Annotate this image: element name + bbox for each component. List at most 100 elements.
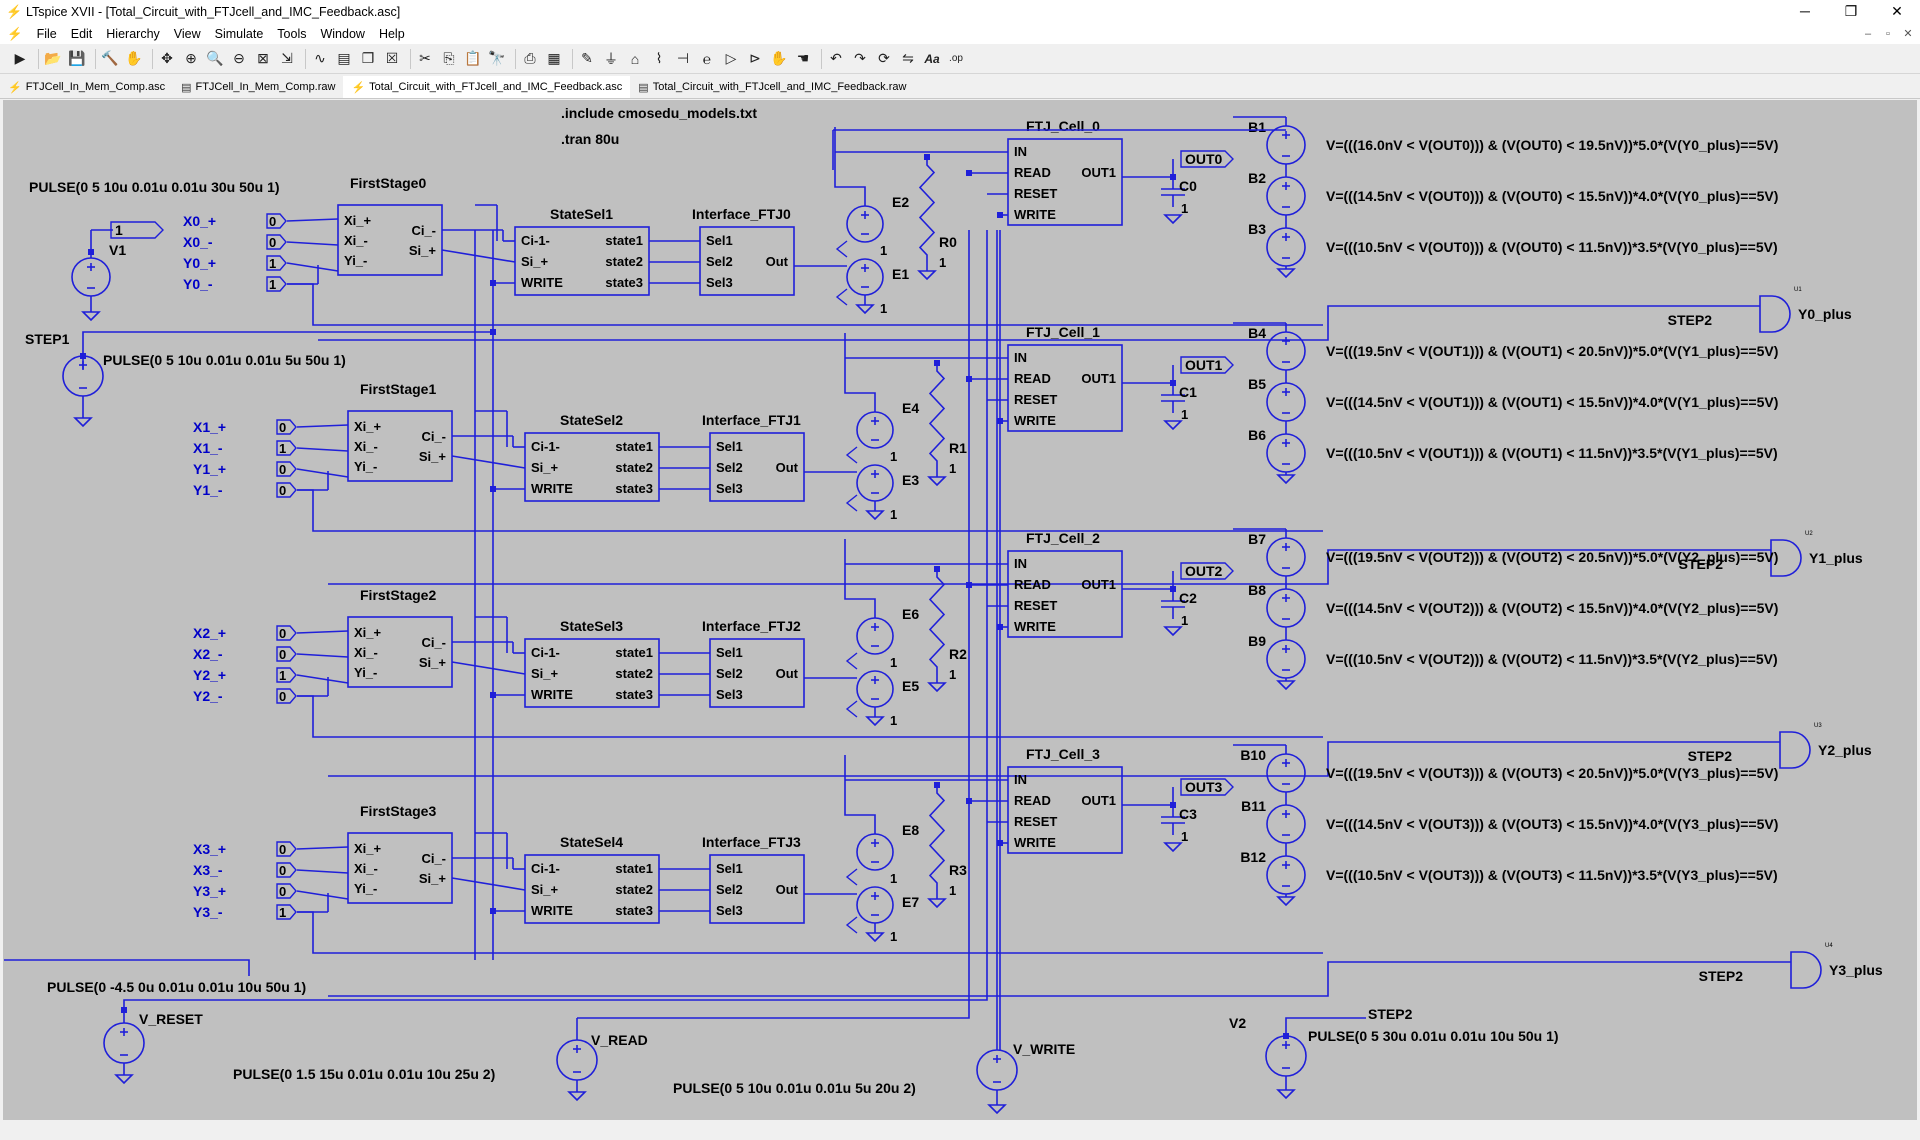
redo-icon[interactable]: ↷ [850, 49, 870, 69]
step2-label: STEP2 [1688, 748, 1733, 764]
e-bot-name: E7 [902, 894, 919, 910]
tab-1[interactable]: ▤ FTJCell_In_Mem_Comp.raw [173, 76, 343, 98]
resistor-icon[interactable]: ⌇ [649, 49, 669, 69]
resistor-name: R0 [939, 234, 957, 250]
drag-icon[interactable]: ☚ [793, 49, 813, 69]
toolbar-separator [572, 48, 573, 69]
menu-hierarchy[interactable]: Hierarchy [99, 24, 167, 44]
print-icon[interactable]: ⎙ [520, 49, 540, 69]
move-icon[interactable]: ✋ [769, 49, 789, 69]
capacitor-icon[interactable]: ⊣ [673, 49, 693, 69]
input-value-3: 0 [279, 483, 286, 498]
b-source-name: B9 [1248, 633, 1266, 649]
ground-icon [567, 1091, 587, 1102]
save-icon[interactable]: 💾 [67, 49, 87, 69]
wire [286, 241, 339, 246]
autorange-icon[interactable]: ⇲ [277, 49, 297, 69]
pin-label: Xi_- [354, 439, 378, 454]
schematic-canvas[interactable]: .include cmosedu_models.txt .tran 80u PULS… [3, 100, 1917, 1120]
menu-simulate[interactable]: Simulate [208, 24, 271, 44]
menu-window[interactable]: Window [313, 24, 371, 44]
pin-label: Sel1 [706, 233, 733, 248]
pin-label: Si_+ [419, 449, 447, 464]
menu-view[interactable]: View [167, 24, 208, 44]
zoom-area-icon[interactable]: 🔍 [205, 49, 225, 69]
menu-help[interactable]: Help [372, 24, 412, 44]
pin-label: Yi_- [354, 459, 377, 474]
window-title: LTspice XVII - [Total_Circuit_with_FTJce… [26, 5, 401, 19]
pin-label: Sel1 [716, 645, 743, 660]
wire [328, 961, 1791, 997]
mdi-restore-button[interactable]: ▫ [1878, 24, 1898, 44]
tile-icon[interactable]: ▤ [334, 49, 354, 69]
print-preview-icon[interactable]: ▦ [544, 49, 564, 69]
e-top-name: E6 [902, 606, 919, 622]
mdi-minimize-button[interactable]: – [1858, 24, 1878, 44]
gate-tag: U4 [1825, 943, 1833, 949]
e-bot-name: E5 [902, 678, 919, 694]
tab-label: FTJCell_In_Mem_Comp.raw [195, 81, 336, 93]
diode-icon[interactable]: ▷ [721, 49, 741, 69]
input-net-label: Y1_+ [193, 461, 226, 477]
value-label: 1 [1181, 407, 1188, 422]
mirror-icon[interactable]: ⇋ [898, 49, 918, 69]
b-source-name: B1 [1248, 119, 1266, 135]
value-label: 1 [890, 655, 897, 670]
ground-icon[interactable]: ⏚ [601, 49, 621, 69]
control-panel-icon[interactable]: 🔨 [100, 49, 120, 69]
menu-edit[interactable]: Edit [64, 24, 100, 44]
close-button[interactable]: ✕ [1874, 0, 1920, 24]
copy-icon[interactable]: ⎘ [439, 49, 459, 69]
pan-icon[interactable]: ✥ [157, 49, 177, 69]
draw-wire-icon[interactable]: ✎ [577, 49, 597, 69]
rotate-icon[interactable]: ⟳ [874, 49, 894, 69]
paste-icon[interactable]: 📋 [463, 49, 483, 69]
zoom-out-icon[interactable]: ⊖ [229, 49, 249, 69]
restore-button[interactable]: ❐ [1828, 0, 1874, 24]
pin-label: WRITE [1014, 835, 1056, 850]
spice-directive-icon[interactable]: .op [946, 49, 966, 69]
gate-tag: U1 [1794, 287, 1802, 293]
and-gate-icon [1790, 951, 1822, 989]
input-value-0: 0 [279, 420, 286, 435]
toolbar-separator [515, 48, 516, 69]
find-icon[interactable]: 🔭 [487, 49, 507, 69]
input-net-label: X1_- [193, 440, 223, 456]
halt-icon[interactable]: ✋ [124, 49, 144, 69]
ftj-cell-title: FTJ_Cell_3 [1026, 746, 1100, 762]
cut-icon[interactable]: ✂ [415, 49, 435, 69]
close-window-icon[interactable]: ☒ [382, 49, 402, 69]
text-icon[interactable]: Aa [922, 49, 942, 69]
pin-label: IN [1014, 556, 1027, 571]
control-arrow [835, 288, 848, 306]
schematic-menu-icon[interactable]: ⚡ [0, 24, 30, 44]
zoom-in-icon[interactable]: ⊕ [181, 49, 201, 69]
label-net-icon[interactable]: ⌂ [625, 49, 645, 69]
cap-name: C2 [1179, 590, 1197, 606]
tab-2[interactable]: ⚡ Total_Circuit_with_FTJcell_and_IMC_Feed… [343, 76, 631, 98]
tab-3[interactable]: ▤ Total_Circuit_with_FTJcell_and_IMC_Feed… [630, 76, 914, 98]
zoom-fit-icon[interactable]: ⊠ [253, 49, 273, 69]
undo-icon[interactable]: ↶ [826, 49, 846, 69]
resistor-name: R2 [949, 646, 967, 662]
v1-name: V1 [109, 242, 126, 258]
menu-tools[interactable]: Tools [270, 24, 313, 44]
input-net-label: Y0_- [183, 276, 213, 292]
minimize-button[interactable]: ─ [1782, 0, 1828, 24]
ground-icon [987, 1104, 1007, 1115]
component-icon[interactable]: ⊳ [745, 49, 765, 69]
input-net-label: Y3_- [193, 904, 223, 920]
input-value-1: 0 [269, 235, 276, 250]
cascade-icon[interactable]: ❐ [358, 49, 378, 69]
inductor-icon[interactable]: ℮ [697, 49, 717, 69]
junction-dot [966, 170, 972, 176]
mdi-close-button[interactable]: ✕ [1898, 24, 1918, 44]
input-net-label: X3_- [193, 862, 223, 878]
menu-file[interactable]: File [30, 24, 64, 44]
tab-0[interactable]: ⚡ FTJCell_In_Mem_Comp.asc [0, 76, 173, 98]
junction-dot [1283, 1033, 1289, 1039]
waveform-icon[interactable]: ∿ [310, 49, 330, 69]
open-icon[interactable]: 📂 [43, 49, 63, 69]
run-icon[interactable]: ▶ [10, 49, 30, 69]
ltspice-app-icon[interactable]: ⚡ [6, 5, 22, 19]
